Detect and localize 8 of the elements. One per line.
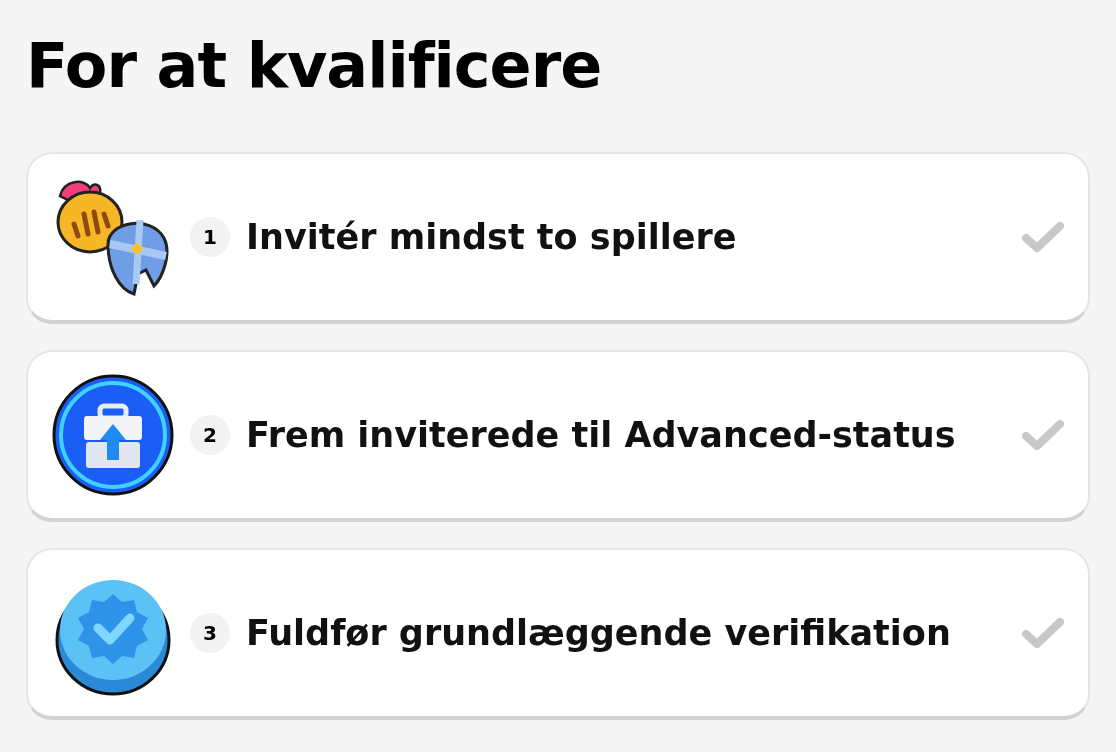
step-number: 1 [190, 217, 230, 257]
requirement-label: Fuldfør grundlæggende verifikation [246, 613, 952, 653]
briefcase-icon [50, 372, 176, 498]
page-title: For at kvalificere [26, 28, 603, 104]
step-number: 2 [190, 415, 230, 455]
requirement-label: Invitér mindst to spillere [246, 217, 738, 257]
requirement-label: Frem inviterede til Advanced-status [246, 415, 957, 455]
step-number: 3 [190, 613, 230, 653]
